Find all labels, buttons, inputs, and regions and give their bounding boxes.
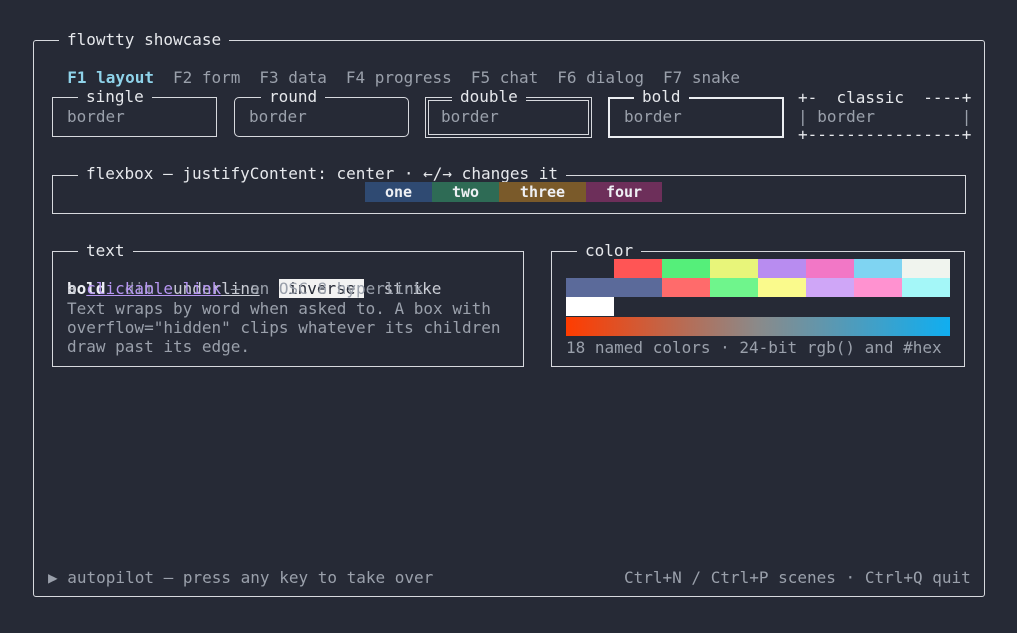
color-swatch	[902, 259, 950, 278]
border-single-title: single	[78, 88, 152, 106]
color-panel-title: color	[577, 242, 642, 260]
keyboard-shortcuts: Ctrl+N / Ctrl+P scenes · Ctrl+Q quit	[624, 568, 971, 587]
border-bold-title: bold	[634, 88, 689, 106]
border-classic-bottom: +----------------+	[798, 125, 972, 144]
tab-form[interactable]: F2 form	[173, 68, 240, 87]
border-double-title: double	[452, 88, 526, 106]
window-title: flowtty showcase	[59, 31, 230, 49]
color-swatch	[710, 259, 758, 278]
color-swatch	[662, 259, 710, 278]
flex-item-one: one	[365, 182, 432, 202]
color-swatch	[806, 259, 854, 278]
color-swatch	[710, 278, 758, 297]
tab-data[interactable]: F3 data	[259, 68, 326, 87]
color-swatch	[614, 259, 662, 278]
tab-snake[interactable]: F7 snake	[663, 68, 740, 87]
tab-progress[interactable]: F4 progress	[346, 68, 452, 87]
border-classic-middle: | border |	[798, 107, 972, 126]
color-swatch	[902, 278, 950, 297]
wrap-line-1: Text wraps by word when asked to. A box …	[67, 299, 491, 318]
border-round-text: border	[249, 107, 307, 126]
color-swatch	[566, 259, 614, 278]
color-swatch	[662, 278, 710, 297]
flex-item-two: two	[432, 182, 499, 202]
border-double-text: border	[441, 107, 499, 126]
color-swatch	[806, 278, 854, 297]
wrap-line-3: draw past its edge.	[67, 337, 251, 356]
border-classic-top: +- classic ----+	[798, 88, 972, 107]
border-round-title: round	[261, 88, 326, 106]
color-swatch	[614, 278, 662, 297]
border-single-text: border	[67, 107, 125, 126]
color-swatch	[854, 278, 902, 297]
tab-layout[interactable]: F1 layout	[67, 68, 154, 87]
tab-dialog[interactable]: F6 dialog	[557, 68, 644, 87]
flexbox-title: flexbox — justifyContent: center · ←/→ c…	[78, 165, 567, 183]
color-swatch	[566, 297, 614, 316]
tab-bar: F1 layout F2 form F3 data F4 progress F5 cha…	[48, 49, 759, 87]
color-swatch	[854, 259, 902, 278]
color-swatch	[758, 259, 806, 278]
color-gradient-bar	[566, 317, 950, 336]
color-swatch	[758, 278, 806, 297]
flex-item-four: four	[586, 182, 662, 202]
border-bold-text: border	[624, 107, 682, 126]
wrap-line-2: overflow="hidden" clips whatever its chi…	[67, 318, 501, 337]
autopilot-status: ▶ autopilot — press any key to take over	[48, 568, 434, 587]
flex-item-three: three	[499, 182, 586, 202]
text-panel-title: text	[78, 242, 133, 260]
link-prefix: a	[67, 279, 87, 298]
link-suffix: — an OSC 8 hyperlink	[221, 279, 424, 298]
text-link-line: a clickable link — an OSC 8 hyperlink	[67, 279, 423, 298]
tab-chat[interactable]: F5 chat	[471, 68, 538, 87]
clickable-link[interactable]: clickable link	[86, 279, 221, 298]
color-swatch	[566, 278, 614, 297]
color-caption: 18 named colors · 24-bit rgb() and #hex	[566, 338, 942, 357]
